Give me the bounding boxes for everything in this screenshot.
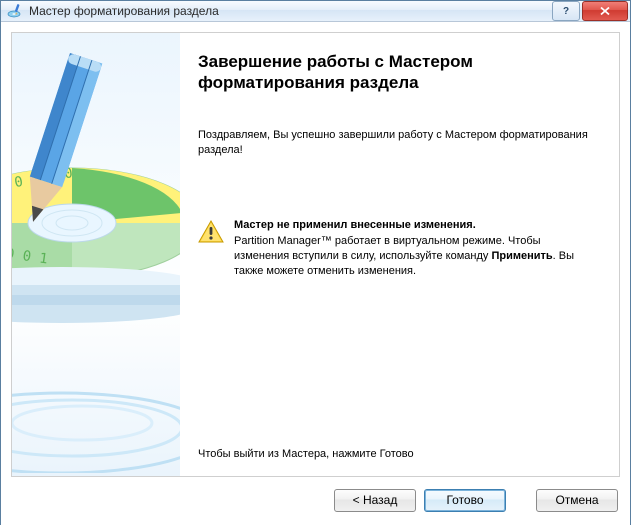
warning-icon <box>198 220 224 244</box>
page-heading: Завершение работы с Мастером форматирова… <box>198 51 597 94</box>
warning-apply-command: Применить <box>491 250 552 262</box>
back-button[interactable]: < Назад <box>334 489 416 512</box>
wizard-main: Завершение работы с Мастером форматирова… <box>180 33 619 476</box>
cancel-button[interactable]: Отмена <box>536 489 618 512</box>
app-icon <box>7 3 23 19</box>
congrats-text: Поздравляем, Вы успешно завершили работу… <box>198 128 597 159</box>
titlebar: Мастер форматирования раздела ? <box>1 1 630 22</box>
svg-text:?: ? <box>563 6 569 16</box>
wizard-side-image: 0 1 0 1 1 0 1 1 0 0 1 <box>12 33 180 476</box>
window-title: Мастер форматирования раздела <box>29 4 550 18</box>
close-button[interactable] <box>582 1 628 21</box>
exit-hint: Чтобы выйти из Мастера, нажмите Готово <box>198 448 597 460</box>
warning-text: Мастер не применил внесенные изменения. … <box>234 218 597 280</box>
wizard-window: Мастер форматирования раздела ? <box>0 0 631 525</box>
window-controls: ? <box>550 1 628 21</box>
client-area: 0 1 0 1 1 0 1 1 0 0 1 <box>1 22 630 525</box>
finish-button[interactable]: Готово <box>424 489 506 512</box>
button-row: < Назад Готово Отмена <box>11 477 620 517</box>
content-pane: 0 1 0 1 1 0 1 1 0 0 1 <box>11 32 620 477</box>
spacer <box>198 300 597 448</box>
help-button[interactable]: ? <box>552 1 580 21</box>
warning-block: Мастер не применил внесенные изменения. … <box>198 218 597 280</box>
warning-title: Мастер не применил внесенные изменения. <box>234 219 476 231</box>
